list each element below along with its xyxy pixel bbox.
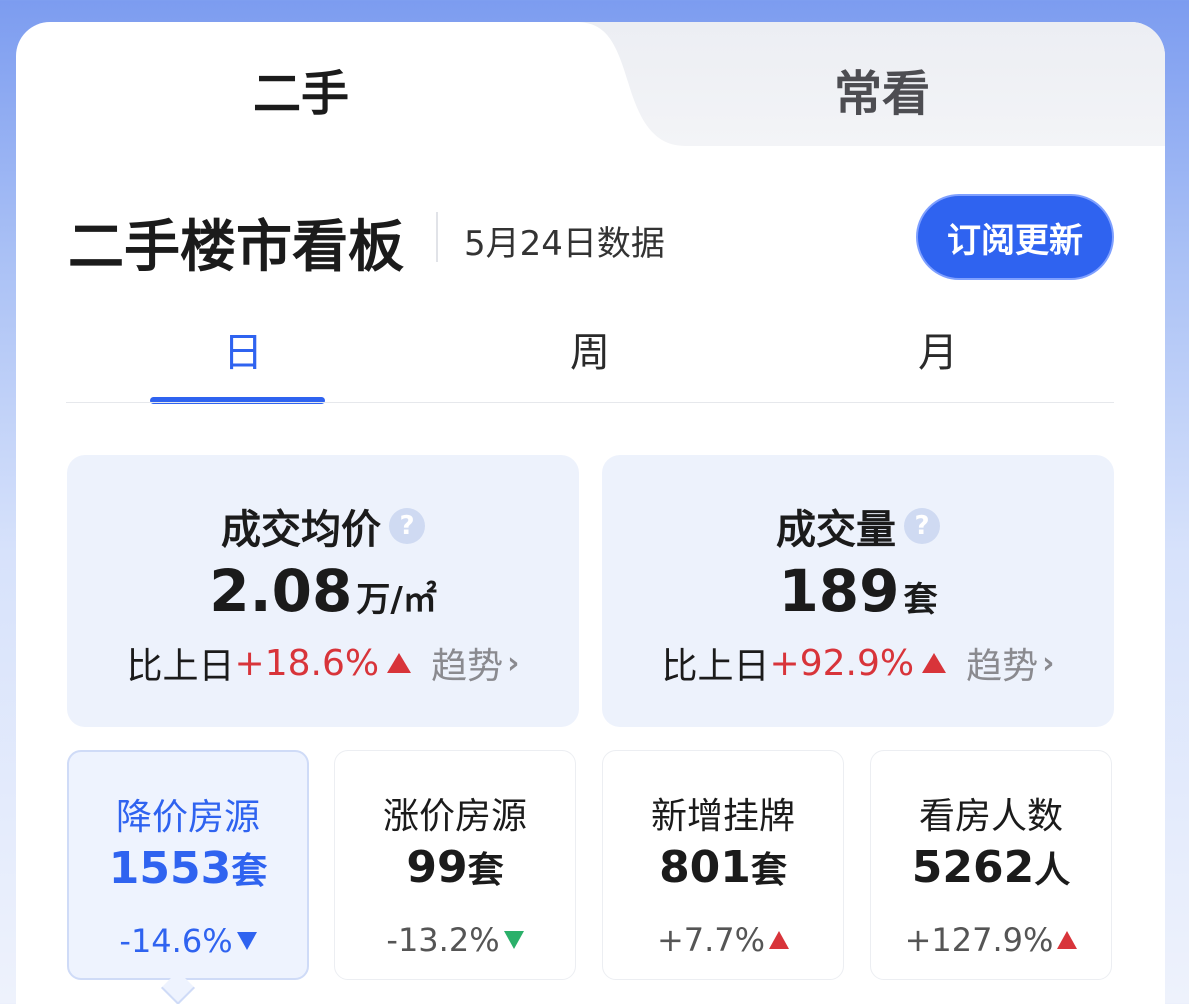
stat-unit: 套 — [903, 580, 938, 620]
mini-stat-price-rise[interactable]: 涨价房源 99 套 -13.2% — [334, 750, 576, 980]
mini-stat-unit: 套 — [467, 850, 504, 891]
period-tab-day[interactable]: 日 — [223, 320, 263, 378]
triangle-up-icon — [922, 653, 947, 673]
mini-stat-value-row: 99 套 — [335, 841, 575, 893]
mini-stat-change-row: -13.2% — [335, 921, 575, 959]
stat-label-row: 成交量 ? — [602, 497, 1114, 555]
stat-label: 成交量 — [776, 507, 896, 553]
help-circle-icon[interactable]: ? — [904, 508, 940, 544]
compare-value: +18.6% — [234, 642, 380, 684]
compare-label: 比上日 — [661, 646, 770, 687]
trend-link[interactable]: 趋势 › — [431, 637, 519, 689]
header-divider — [436, 212, 438, 262]
tab-secondhand[interactable]: 二手 — [253, 54, 349, 124]
stat-label: 成交均价 — [221, 507, 381, 553]
triangle-down-icon — [236, 932, 257, 950]
compare-label: 比上日 — [126, 646, 235, 687]
stat-compare-row: 比上日 +18.6% 趋势 › — [67, 637, 579, 689]
mini-stat-change-row: -14.6% — [69, 922, 307, 960]
mini-stat-label: 涨价房源 — [382, 796, 527, 837]
period-tab-week[interactable]: 周 — [570, 320, 610, 378]
tab-frequent[interactable]: 常看 — [834, 54, 930, 124]
stat-value-row: 2.08 万/㎡ — [67, 557, 579, 625]
mini-stat-change: +127.9% — [904, 921, 1054, 959]
help-circle-icon[interactable]: ? — [389, 508, 425, 544]
triangle-up-icon — [387, 653, 412, 673]
subscribe-button[interactable]: 订阅更新 — [916, 194, 1114, 280]
mini-stat-change-row: +7.7% — [603, 921, 843, 959]
stat-value: 189 — [778, 557, 900, 625]
mini-stat-new-listings[interactable]: 新增挂牌 801 套 +7.7% — [602, 750, 844, 980]
trend-label: 趋势 — [966, 646, 1039, 687]
mini-stat-label: 新增挂牌 — [650, 796, 795, 837]
mini-stat-value: 99 — [406, 842, 468, 893]
mini-stat-unit: 套 — [231, 851, 268, 892]
trend-link[interactable]: 趋势 › — [966, 637, 1054, 689]
stat-label-row: 成交均价 ? — [67, 497, 579, 555]
mini-stat-value-row: 801 套 — [603, 841, 843, 893]
mini-stat-change-row: +127.9% — [871, 921, 1111, 959]
mini-stat-value: 5262 — [911, 842, 1035, 893]
stat-volume: 成交量 ? 189 套 比上日 +92.9% 趋势 › — [602, 455, 1114, 727]
stat-unit: 万/㎡ — [356, 580, 437, 620]
trend-label: 趋势 — [431, 646, 504, 687]
period-tab-month[interactable]: 月 — [918, 320, 958, 378]
stat-value: 2.08 — [209, 557, 353, 625]
mini-stat-unit: 套 — [750, 850, 787, 891]
mini-stat-label: 降价房源 — [115, 797, 260, 838]
mini-stat-unit: 人 — [1034, 850, 1071, 891]
chevron-right-icon: › — [1042, 645, 1055, 681]
period-tab-divider — [66, 402, 1114, 403]
stat-value-row: 189 套 — [602, 557, 1114, 625]
data-date: 5月24日数据 — [464, 224, 665, 264]
mini-stat-value: 1553 — [108, 843, 232, 894]
triangle-up-icon — [1057, 931, 1078, 949]
stat-compare-row: 比上日 +92.9% 趋势 › — [602, 637, 1114, 689]
mini-stat-value: 801 — [659, 842, 751, 893]
chevron-right-icon: › — [507, 645, 520, 681]
page-title: 二手楼市看板 — [68, 215, 404, 280]
stat-avg-price: 成交均价 ? 2.08 万/㎡ 比上日 +18.6% 趋势 › — [67, 455, 579, 727]
dashboard-card: 二手 常看 二手楼市看板 5月24日数据 订阅更新 日 周 月 成交均价 ? 2… — [16, 22, 1165, 1004]
triangle-up-icon — [769, 931, 790, 949]
compare-value: +92.9% — [769, 642, 915, 684]
mini-stat-change: -14.6% — [119, 922, 233, 960]
mini-stat-label: 看房人数 — [918, 796, 1063, 837]
mini-stat-value-row: 1553 套 — [69, 842, 307, 894]
triangle-down-icon — [503, 931, 524, 949]
mini-stat-change: +7.7% — [656, 921, 766, 959]
mini-stat-viewers[interactable]: 看房人数 5262 人 +127.9% — [870, 750, 1112, 980]
mini-stat-change: -13.2% — [386, 921, 500, 959]
mini-stat-value-row: 5262 人 — [871, 841, 1111, 893]
mini-stat-price-cut[interactable]: 降价房源 1553 套 -14.6% — [67, 750, 309, 980]
